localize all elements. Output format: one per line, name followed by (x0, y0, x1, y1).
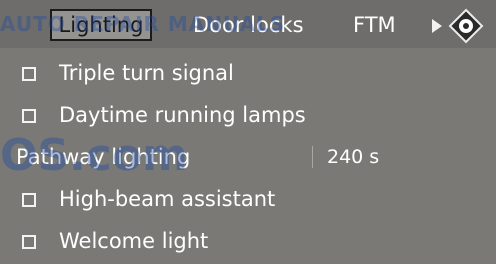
divider (312, 146, 313, 168)
setting-triple-turn-signal[interactable]: Triple turn signal (0, 52, 496, 94)
setting-label: High-beam assistant (59, 187, 276, 211)
checkbox[interactable] (22, 67, 36, 81)
tab-door-locks[interactable]: Door locks (193, 9, 304, 41)
checkbox[interactable] (22, 193, 36, 207)
settings-list: Triple turn signal Daytime running lamps… (0, 52, 496, 262)
idrive-settings-screen: Lighting Door locks FTM Triple turn sign… (0, 0, 496, 264)
setting-high-beam-assistant[interactable]: High-beam assistant (0, 178, 496, 220)
setting-label: Triple turn signal (59, 61, 234, 85)
controller-icon (448, 8, 484, 44)
tab-lighting[interactable]: Lighting (50, 9, 152, 41)
triangle-right-icon[interactable] (432, 19, 442, 33)
tab-ftm[interactable]: FTM (353, 9, 396, 41)
checkbox[interactable] (22, 109, 36, 123)
pathway-lighting-value[interactable]: 240 s (327, 136, 379, 178)
setting-welcome-light[interactable]: Welcome light (0, 220, 496, 262)
setting-pathway-lighting[interactable]: Pathway lighting 240 s (0, 136, 496, 178)
checkbox[interactable] (22, 235, 36, 249)
setting-daytime-running-lamps[interactable]: Daytime running lamps (0, 94, 496, 136)
setting-label: Pathway lighting (16, 145, 191, 169)
tab-bar: Lighting Door locks FTM (0, 0, 496, 48)
setting-label: Welcome light (59, 229, 209, 253)
setting-label: Daytime running lamps (59, 103, 306, 127)
